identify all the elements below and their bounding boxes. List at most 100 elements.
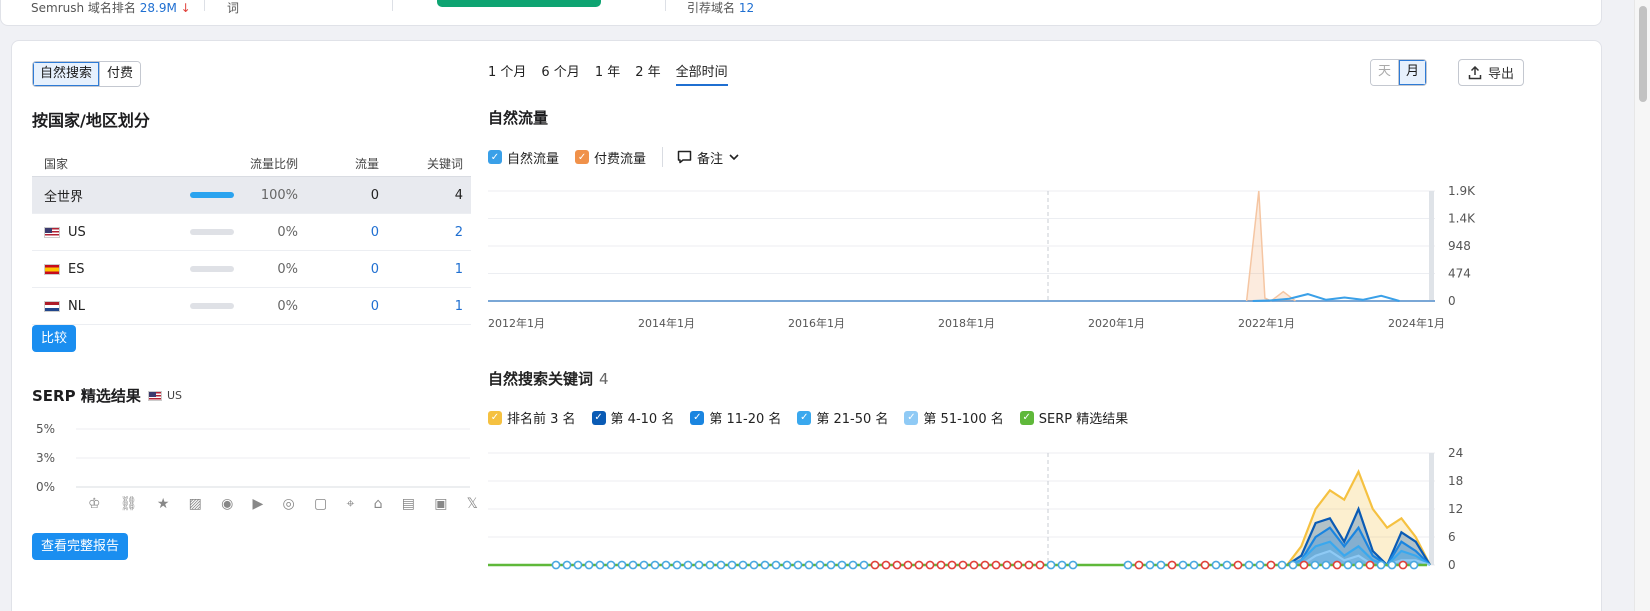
google-marker-icon (705, 560, 715, 570)
legend-serp-features[interactable]: ✓ SERP 精选结果 (1019, 408, 1128, 427)
y-tick-label: 948 (1448, 239, 1471, 253)
keywords-link[interactable]: 1 (387, 299, 471, 314)
chevron-down-icon (729, 154, 739, 161)
traffic-value: 0 (370, 187, 379, 203)
legend-21-50[interactable]: ✓ 第 21-50 名 (797, 408, 888, 427)
serp-country[interactable]: US (148, 389, 182, 402)
serp-flag-marker (1398, 560, 1408, 570)
table-row[interactable]: ES 0% 0 1 (32, 251, 471, 288)
full-report-button[interactable]: 查看完整报告 (32, 533, 129, 560)
google-marker-icon (551, 560, 561, 570)
legend-label: 第 11-20 名 (709, 412, 782, 427)
checkbox-checked-icon[interactable]: ✓ (797, 410, 812, 425)
legend-top3[interactable]: ✓ 排名前 3 名 (488, 408, 576, 427)
scrollbar-thumb[interactable] (1639, 6, 1647, 102)
compare-button[interactable]: 比较 (32, 325, 77, 352)
export-label: 导出 (1488, 67, 1515, 82)
google-marker-icon (1046, 560, 1056, 570)
checkbox-checked-icon[interactable]: ✓ (1019, 410, 1034, 425)
x-icon[interactable]: 𝕏 (467, 496, 478, 512)
summary-card: Semrush 域名排名 28.9M ↓ 词 引荐域名 12 (0, 0, 1602, 26)
page-scrollbar[interactable] (1634, 0, 1650, 611)
link-icon[interactable]: ⛓ (120, 496, 138, 512)
x-tick-label: 2024年1月 (1388, 316, 1445, 330)
checkbox-checked-icon[interactable]: ✓ (488, 410, 502, 425)
divider (665, 0, 666, 11)
star-icon[interactable]: ★ (157, 496, 170, 512)
notes-dropdown[interactable]: 备注 (677, 148, 740, 167)
x-tick-label: 2020年1月 (1088, 316, 1145, 330)
legend-11-20[interactable]: ✓ 第 11-20 名 (690, 408, 781, 427)
serp-flag-marker (1002, 560, 1012, 570)
keywords-chart: 24 18 12 6 0 (488, 446, 1463, 572)
referring-domains-value[interactable]: 12 (739, 1, 754, 15)
serp-flag-marker (870, 560, 880, 570)
briefcase-icon[interactable]: ▣ (434, 496, 447, 512)
tab-6-months[interactable]: 6 个月 (541, 61, 579, 86)
checkbox-checked-icon[interactable]: ✓ (575, 150, 590, 164)
legend-51-100[interactable]: ✓ 第 51-100 名 (904, 408, 1004, 427)
organic-toggle[interactable]: 自然搜索 (33, 62, 100, 86)
academic-icon[interactable]: ⌂ (374, 496, 383, 512)
traffic-link[interactable]: 0 (302, 299, 387, 314)
share-value: 0% (277, 298, 298, 314)
traffic-link[interactable]: 0 (302, 262, 387, 277)
google-marker-icon (804, 560, 814, 570)
checkbox-checked-icon[interactable]: ✓ (591, 410, 606, 425)
keywords-link[interactable]: 1 (387, 262, 471, 277)
google-marker-icon (782, 560, 792, 570)
traffic-link[interactable]: 0 (302, 225, 387, 240)
news-icon[interactable]: ▤ (402, 496, 415, 512)
google-marker-icon (760, 560, 770, 570)
serp-flag-marker (925, 560, 935, 570)
traffic-chart: 1.9K 1.4K 948 474 0 2012年1月 2014年1月 2016年1月 2018… (488, 184, 1476, 330)
google-marker-icon (1376, 560, 1386, 570)
chart-edge-band (1429, 453, 1434, 565)
google-marker-icon (650, 560, 660, 570)
table-row[interactable]: NL 0% 0 1 (32, 288, 471, 325)
checkbox-checked-icon[interactable]: ✓ (904, 410, 919, 425)
review-icon[interactable]: ▢ (314, 496, 327, 512)
legend-paid-traffic[interactable]: ✓ 付费流量 (575, 148, 646, 167)
video2-icon[interactable]: ◎ (283, 496, 295, 512)
google-marker-icon (1321, 560, 1331, 570)
crown-icon[interactable]: ♔ (88, 496, 101, 512)
google-marker-icon (1211, 560, 1221, 570)
play-icon[interactable]: ▶ (253, 496, 264, 512)
table-row[interactable]: US 0% 0 2 (32, 214, 471, 251)
col-keywords: 关键词 (426, 157, 463, 171)
google-marker-icon (1310, 560, 1320, 570)
summary-text: 词 (227, 1, 240, 15)
serp-flag-marker (1024, 560, 1034, 570)
green-badge[interactable] (437, 0, 601, 7)
location-icon[interactable]: ⌖ (346, 496, 354, 512)
tab-1-year[interactable]: 1 年 (595, 61, 620, 86)
google-marker-icon (1068, 560, 1078, 570)
legend-label: 付费流量 (594, 151, 647, 167)
google-marker-icon (848, 560, 858, 570)
table-row[interactable]: 全世界 100% 0 4 (32, 177, 471, 214)
google-marker-icon (1288, 560, 1298, 570)
referring-domains-item: 引荐域名 12 (687, 0, 754, 16)
export-button[interactable]: 导出 (1458, 59, 1525, 86)
organic-paid-toggle: 自然搜索 付费 (32, 61, 142, 87)
paid-toggle[interactable]: 付费 (99, 62, 141, 86)
serp-flag-marker (914, 560, 924, 570)
legend-organic-traffic[interactable]: ✓ 自然流量 (488, 148, 559, 167)
legend-4-10[interactable]: ✓ 第 4-10 名 (591, 408, 674, 427)
image-icon[interactable]: ▨ (189, 496, 202, 512)
divider (392, 0, 393, 11)
google-marker-icon (694, 560, 704, 570)
tab-1-month[interactable]: 1 个月 (488, 61, 526, 86)
rank-value[interactable]: 28.9M (140, 1, 177, 15)
serp-flag-marker (1134, 560, 1144, 570)
tab-2-years[interactable]: 2 年 (635, 61, 660, 86)
month-toggle[interactable]: 月 (1398, 60, 1427, 85)
checkbox-checked-icon[interactable]: ✓ (690, 410, 705, 425)
checkbox-checked-icon[interactable]: ✓ (488, 150, 502, 164)
video-icon[interactable]: ◉ (221, 496, 233, 512)
keywords-link[interactable]: 2 (387, 225, 471, 240)
tab-all-time[interactable]: 全部时间 (675, 61, 728, 86)
day-toggle[interactable]: 天 (1371, 60, 1399, 85)
col-country: 国家 (44, 157, 69, 171)
